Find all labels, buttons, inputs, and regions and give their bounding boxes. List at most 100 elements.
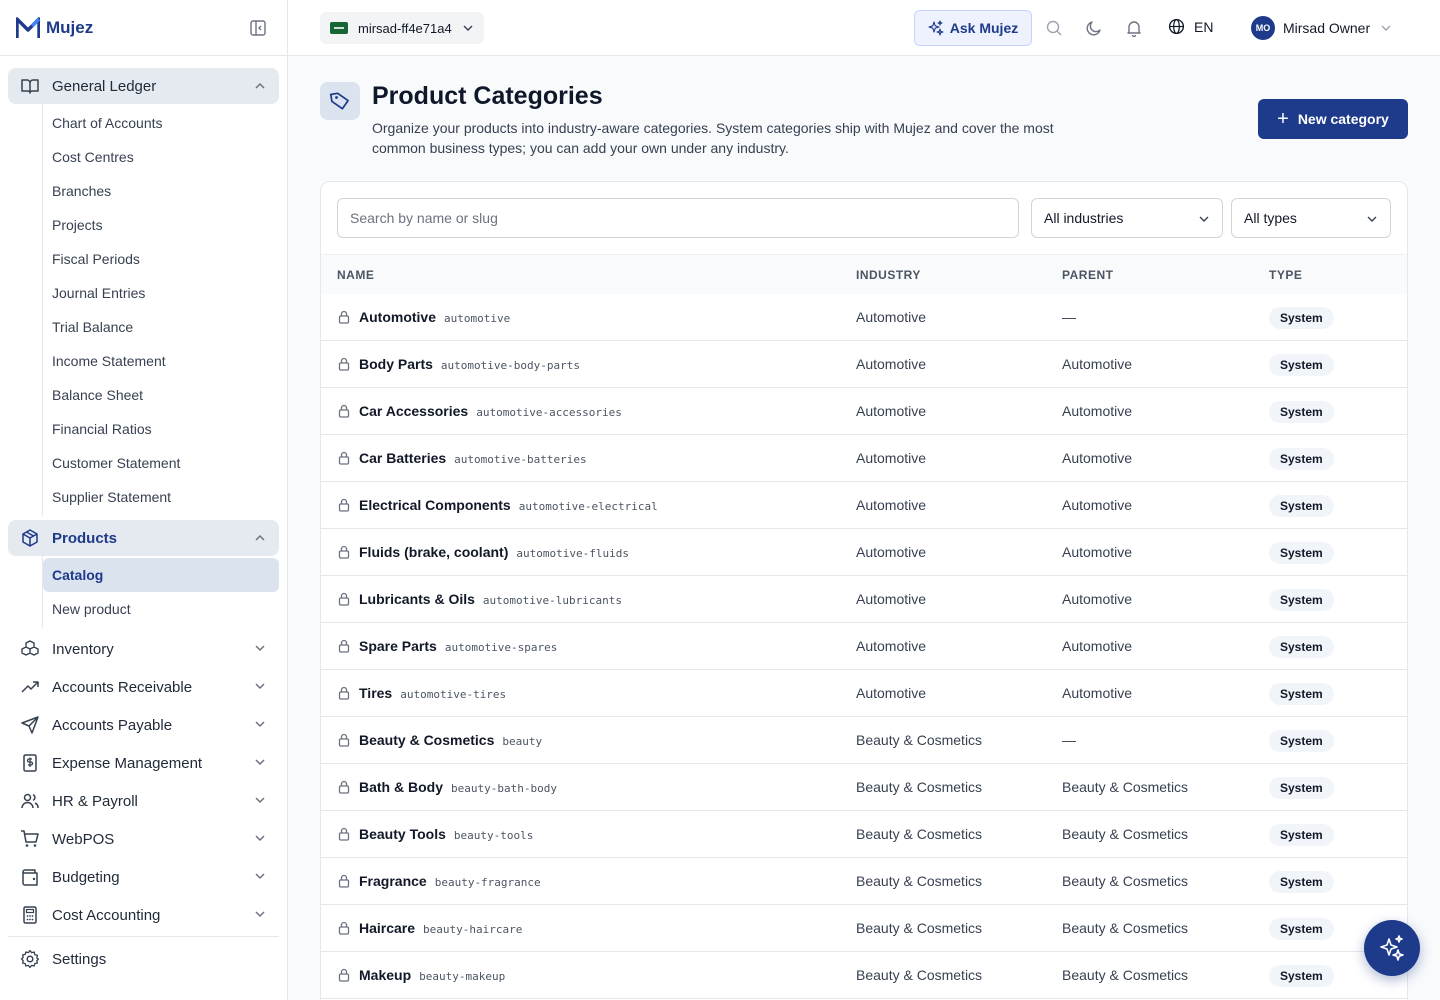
search-input[interactable] <box>337 198 1019 238</box>
table-row[interactable]: Tires automotive-tires Automotive Automotiv… <box>321 670 1407 717</box>
sidebar-group-accounts-receivable[interactable]: Accounts Receivable <box>8 668 279 706</box>
moon-icon[interactable] <box>1085 19 1103 37</box>
column-header-type[interactable]: TYPE <box>1269 268 1302 282</box>
company-switcher[interactable]: mirsad-ff4e71a4 <box>320 12 484 44</box>
sidebar-item-trial-balance[interactable]: Trial Balance <box>43 310 279 344</box>
chevron-down-icon <box>255 797 265 804</box>
sidebar-item-customer-statement[interactable]: Customer Statement <box>43 446 279 480</box>
column-header-industry[interactable]: INDUSTRY <box>856 268 921 282</box>
bell-icon[interactable] <box>1125 19 1143 37</box>
main-content: Product Categories Organize your product… <box>288 56 1440 1000</box>
table-row[interactable]: Beauty & Cosmetics beauty Beauty & Cosmeti… <box>321 717 1407 764</box>
sidebar-item-projects[interactable]: Projects <box>43 208 279 242</box>
category-name-cell: Electrical Components automotive-electric… <box>359 497 658 513</box>
ask-mujez-button[interactable]: Ask Mujez <box>914 10 1032 46</box>
table-row[interactable]: Spare Parts automotive-spares Automotive Au… <box>321 623 1407 670</box>
table-row[interactable]: Car Batteries automotive-batteries Automot… <box>321 435 1407 482</box>
category-industry: Beauty & Cosmetics <box>856 779 983 795</box>
sidebar-group-general-ledger[interactable]: General Ledger <box>8 68 279 104</box>
sidebar-group-label: Expense Management <box>52 754 203 772</box>
category-name: Car Accessories <box>359 403 469 419</box>
type-badge: System <box>1269 918 1334 940</box>
type-badge: System <box>1269 683 1334 705</box>
table-row[interactable]: Beauty Tools beauty-tools Beauty & Cosmeti… <box>321 811 1407 858</box>
category-name-cell: Beauty Tools beauty-tools <box>359 826 533 842</box>
language-switcher[interactable]: EN <box>1168 18 1213 35</box>
industry-select[interactable]: All industries <box>1031 198 1223 238</box>
sidebar-item-fiscal-periods[interactable]: Fiscal Periods <box>43 242 279 276</box>
category-name-cell: Fragrance beauty-fragrance <box>359 873 541 889</box>
chevron-down-icon <box>255 911 265 918</box>
chevron-down-icon <box>1367 216 1377 222</box>
table-row[interactable]: Lubricants & Oils automotive-lubricants Au… <box>321 576 1407 623</box>
sidebar-group-expense-management[interactable]: Expense Management <box>8 744 279 782</box>
topbar: mirsad-ff4e71a4 Ask Mujez EN MO Mirsad O… <box>288 0 1440 56</box>
search-icon[interactable] <box>1045 19 1063 37</box>
chevron-down-icon <box>255 835 265 842</box>
sidebar-item-branches[interactable]: Branches <box>43 174 279 208</box>
column-header-name[interactable]: NAME <box>337 268 374 282</box>
sidebar-item-financial-ratios[interactable]: Financial Ratios <box>43 412 279 446</box>
sidebar-group-cost-accounting[interactable]: Cost Accounting <box>8 896 279 934</box>
trending-up-icon <box>21 681 39 693</box>
category-industry: Automotive <box>856 356 927 372</box>
sidebar-item-catalog[interactable]: Catalog <box>43 558 279 592</box>
category-slug: beauty <box>502 735 543 748</box>
table-row[interactable]: Makeup beauty-makeup Beauty & Cosmetics Bea… <box>321 952 1407 999</box>
category-industry: Automotive <box>856 497 927 513</box>
column-header-parent[interactable]: PARENT <box>1062 268 1113 282</box>
category-parent: Automotive <box>1062 403 1133 419</box>
type-badge: System <box>1269 824 1334 846</box>
category-slug: beauty-makeup <box>419 970 506 983</box>
sidebar-group-webpos[interactable]: WebPOS <box>8 820 279 858</box>
flag-icon <box>330 22 348 34</box>
table-row[interactable]: Automotive automotive Automotive — System <box>321 294 1407 341</box>
sidebar-item-settings[interactable]: Settings <box>8 939 279 979</box>
table-row[interactable]: Haircare beauty-haircare Beauty & Cosmetic… <box>321 905 1407 952</box>
table-row[interactable]: Bath & Body beauty-bath-body Beauty & Cosm… <box>321 764 1407 811</box>
sidebar-group-label: Inventory <box>52 640 114 658</box>
sidebar-group-products[interactable]: Products <box>8 520 279 556</box>
type-select[interactable]: All types <box>1231 198 1391 238</box>
category-industry: Beauty & Cosmetics <box>856 732 983 748</box>
sparkles-icon <box>928 20 944 36</box>
sidebar-item-balance-sheet[interactable]: Balance Sheet <box>43 378 279 412</box>
sidebar-group-budgeting[interactable]: Budgeting <box>8 858 279 896</box>
sidebar-item-income-statement[interactable]: Income Statement <box>43 344 279 378</box>
ai-assistant-fab[interactable] <box>1364 920 1420 976</box>
table-row[interactable]: Fragrance beauty-fragrance Beauty & Cosmet… <box>321 858 1407 905</box>
new-category-button[interactable]: + New category <box>1258 99 1408 139</box>
table-row[interactable]: Car Accessories automotive-accessories Aut… <box>321 388 1407 435</box>
category-slug: beauty-haircare <box>423 923 523 936</box>
sidebar-item-journal-entries[interactable]: Journal Entries <box>43 276 279 310</box>
table-row[interactable]: Electrical Components automotive-electric… <box>321 482 1407 529</box>
category-parent: Automotive <box>1062 356 1133 372</box>
category-slug: beauty-fragrance <box>434 876 541 889</box>
lock-icon <box>338 968 350 982</box>
sidebar-item-chart-of-accounts[interactable]: Chart of Accounts <box>43 106 279 140</box>
chevron-up-icon <box>255 82 265 89</box>
type-badge: System <box>1269 448 1334 470</box>
sidebar-item-supplier-statement[interactable]: Supplier Statement <box>43 480 279 514</box>
sidebar-item-new-product[interactable]: New product <box>43 592 279 626</box>
user-menu[interactable]: MO Mirsad Owner <box>1251 16 1392 40</box>
boxes-icon <box>21 640 39 656</box>
sidebar-collapse-icon[interactable] <box>249 19 267 37</box>
category-slug: automotive-spares <box>444 641 558 654</box>
sparkles-icon <box>1380 935 1404 961</box>
sidebar-item-cost-centres[interactable]: Cost Centres <box>43 140 279 174</box>
chevron-down-icon <box>463 25 473 31</box>
category-name: Electrical Components <box>359 497 511 513</box>
sidebar-group-hr-payroll[interactable]: HR & Payroll <box>8 782 279 820</box>
chevron-down-icon <box>255 873 265 880</box>
mujez-logo-icon <box>16 16 40 38</box>
wallet-icon <box>22 869 38 886</box>
table-row[interactable]: Body Parts automotive-body-parts Automotiv… <box>321 341 1407 388</box>
category-name: Body Parts <box>359 356 433 372</box>
table-row[interactable]: Fluids (brake, coolant) automotive-fluids… <box>321 529 1407 576</box>
category-name: Beauty & Cosmetics <box>359 732 495 748</box>
new-category-label: New category <box>1297 111 1389 127</box>
lock-icon <box>338 310 350 324</box>
sidebar-group-inventory[interactable]: Inventory <box>8 630 279 668</box>
sidebar-group-accounts-payable[interactable]: Accounts Payable <box>8 706 279 744</box>
